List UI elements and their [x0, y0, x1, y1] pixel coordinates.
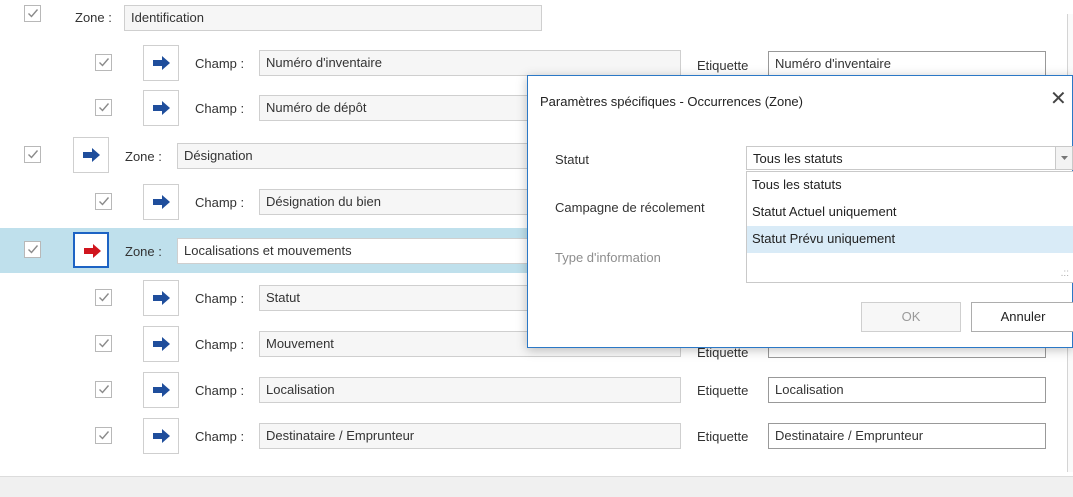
- bottom-bar: [0, 476, 1073, 497]
- dialog-title: Paramètres spécifiques - Occurrences (Zo…: [540, 94, 803, 109]
- statut-select[interactable]: Tous les statuts: [746, 146, 1073, 170]
- zone-name-field[interactable]: Identification: [124, 5, 542, 31]
- champ-label: Champ :: [195, 101, 245, 116]
- check-icon: [99, 103, 110, 112]
- campagne-label: Campagne de récolement: [555, 200, 705, 215]
- field-params-button[interactable]: [143, 418, 179, 454]
- check-icon: [99, 293, 110, 302]
- champ-label: Champ :: [195, 337, 245, 352]
- arrow-right-icon: [153, 337, 170, 351]
- chevron-down-icon[interactable]: [1055, 147, 1072, 169]
- champ-checkbox[interactable]: [95, 335, 112, 352]
- champ-name-field[interactable]: Numéro d'inventaire: [259, 50, 681, 76]
- etiquette-label: Etiquette: [697, 429, 749, 444]
- arrow-right-icon: [153, 101, 170, 115]
- etiquette-field[interactable]: Numéro d'inventaire: [768, 51, 1046, 77]
- champ-label: Champ :: [195, 383, 245, 398]
- check-icon: [99, 197, 110, 206]
- champ-checkbox[interactable]: [95, 427, 112, 444]
- zone-checkbox[interactable]: [24, 241, 41, 258]
- check-icon: [99, 431, 110, 440]
- zone-params-button-active[interactable]: [73, 232, 109, 268]
- close-icon[interactable]: ✕: [1050, 89, 1067, 109]
- check-icon: [99, 385, 110, 394]
- zone-checkbox[interactable]: [24, 146, 41, 163]
- champ-checkbox[interactable]: [95, 193, 112, 210]
- zone-params-button[interactable]: [73, 137, 109, 173]
- arrow-right-icon: [84, 244, 101, 258]
- zone-label: Zone :: [75, 10, 112, 25]
- champ-label: Champ :: [195, 291, 245, 306]
- champ-label: Champ :: [195, 56, 245, 71]
- cancel-button[interactable]: Annuler: [971, 302, 1073, 332]
- option-statut-prevu-highlighted[interactable]: Statut Prévu uniquement: [747, 226, 1073, 253]
- arrow-right-icon: [153, 383, 170, 397]
- ok-button[interactable]: OK: [861, 302, 961, 332]
- etiquette-label: Etiquette: [697, 58, 749, 73]
- check-icon: [99, 339, 110, 348]
- zone-row-identification: Zone : Identification: [0, 0, 1067, 31]
- zone-field-configuration: Zone : Identification Champ : Numéro d'i…: [0, 0, 1073, 497]
- field-params-button[interactable]: [143, 326, 179, 362]
- statut-select-value: Tous les statuts: [753, 151, 843, 166]
- arrow-right-icon: [153, 429, 170, 443]
- option-tous-les-statuts[interactable]: Tous les statuts: [747, 172, 1073, 199]
- champ-row: Champ : Localisation Etiquette Localisat…: [0, 368, 1067, 413]
- champ-label: Champ :: [195, 429, 245, 444]
- field-params-button[interactable]: [143, 184, 179, 220]
- check-icon: [99, 58, 110, 67]
- champ-name-field[interactable]: Destinataire / Emprunteur: [259, 423, 681, 449]
- etiquette-field[interactable]: Localisation: [768, 377, 1046, 403]
- statut-label: Statut: [555, 152, 589, 167]
- arrow-right-icon: [153, 291, 170, 305]
- field-params-button[interactable]: [143, 45, 179, 81]
- champ-row: Champ : Destinataire / Emprunteur Etique…: [0, 414, 1067, 459]
- option-statut-actuel[interactable]: Statut Actuel uniquement: [747, 199, 1073, 226]
- type-information-label: Type d'information: [555, 250, 661, 265]
- etiquette-label: Etiquette: [697, 383, 749, 398]
- champ-checkbox[interactable]: [95, 54, 112, 71]
- field-params-button[interactable]: [143, 280, 179, 316]
- champ-checkbox[interactable]: [95, 381, 112, 398]
- arrow-right-icon: [153, 56, 170, 70]
- resize-grip-icon[interactable]: .::: [1061, 268, 1069, 279]
- etiquette-field[interactable]: Destinataire / Emprunteur: [768, 423, 1046, 449]
- arrow-right-icon: [83, 148, 100, 162]
- zone-label: Zone :: [125, 149, 162, 164]
- check-icon: [28, 245, 39, 254]
- field-params-button[interactable]: [143, 90, 179, 126]
- zone-checkbox[interactable]: [24, 5, 41, 22]
- champ-checkbox[interactable]: [95, 99, 112, 116]
- specific-params-dialog: Paramètres spécifiques - Occurrences (Zo…: [527, 75, 1073, 348]
- champ-label: Champ :: [195, 195, 245, 210]
- zone-label: Zone :: [125, 244, 162, 259]
- arrow-right-icon: [153, 195, 170, 209]
- champ-name-field[interactable]: Localisation: [259, 377, 681, 403]
- champ-checkbox[interactable]: [95, 289, 112, 306]
- check-icon: [28, 9, 39, 18]
- check-icon: [28, 150, 39, 159]
- field-params-button[interactable]: [143, 372, 179, 408]
- statut-dropdown-list: Tous les statuts Statut Actuel uniquemen…: [746, 171, 1073, 283]
